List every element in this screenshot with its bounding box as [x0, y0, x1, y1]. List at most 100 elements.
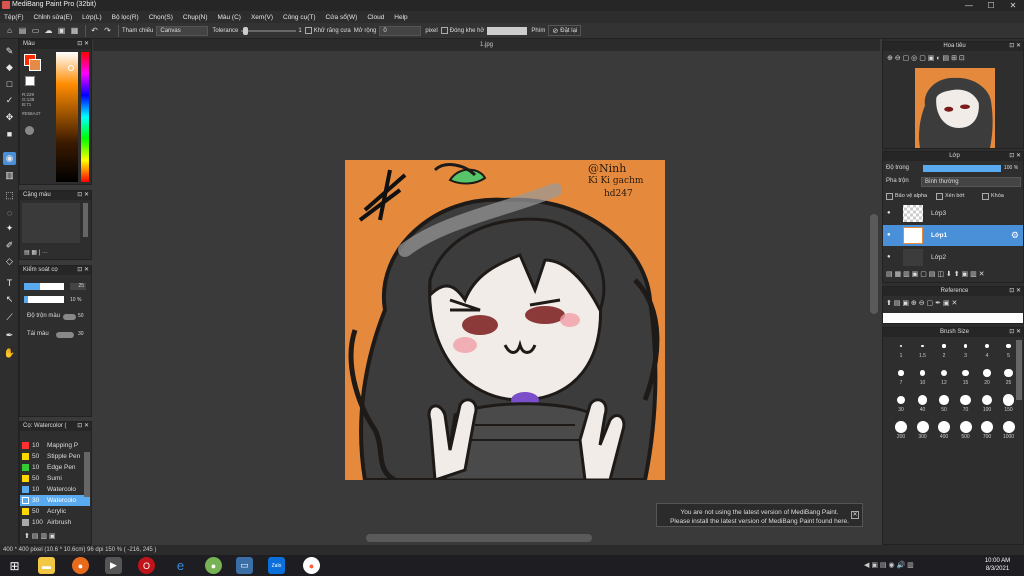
bucket-tool-icon[interactable]: ◉: [3, 152, 16, 165]
menu-cloud[interactable]: Cloud: [367, 14, 384, 21]
update-notification[interactable]: You are not using the latest version of …: [656, 503, 863, 527]
brush-size-dot[interactable]: [984, 343, 990, 349]
layer-row-1-selected[interactable]: ● Lớp1 ⚙: [883, 225, 1023, 246]
export-icon[interactable]: ▦: [69, 25, 80, 36]
eyedropper-tool-icon[interactable]: ✒: [3, 329, 16, 342]
blend-mode-select[interactable]: Bình thường: [921, 177, 1021, 187]
brush-size-dot[interactable]: [960, 394, 971, 406]
file-explorer-icon[interactable]: ▬: [38, 557, 55, 574]
visibility-eye-icon[interactable]: ●: [887, 247, 891, 268]
artwork-canvas[interactable]: @Ninh Ki Ki gachm hd247: [345, 160, 665, 480]
brush-list-scrollbar[interactable]: [84, 452, 90, 497]
brush-size-dot[interactable]: [898, 370, 904, 376]
brush-size-dot[interactable]: [938, 421, 950, 433]
brush-size-dot[interactable]: [921, 344, 924, 348]
brush-size-dot[interactable]: [939, 395, 949, 405]
navigator-zoom-icons[interactable]: ⊕ ⊖ ▢ ◎ ▢ ▣ ◐ ▤ ⊞ ⊡: [887, 54, 965, 62]
canvas-v-scrollbar[interactable]: [870, 214, 878, 314]
tray-icons[interactable]: ◀ ▣ ▤ ◉ 🔊 ▥: [864, 561, 914, 569]
brush-size-dot[interactable]: [962, 369, 969, 377]
magic-wand-icon[interactable]: ✦: [3, 222, 16, 235]
hand-tool-icon[interactable]: ✋: [3, 347, 16, 360]
brush-item[interactable]: 10 Watercolo: [20, 484, 90, 495]
layer-row-2[interactable]: ● Lớp2: [883, 247, 1023, 268]
brush-size-dot[interactable]: [940, 369, 948, 377]
menu-filter[interactable]: Bộ lọc(R): [112, 14, 139, 21]
brush-item[interactable]: 50 Sumi: [20, 473, 90, 484]
brush-size-dot[interactable]: [917, 395, 928, 405]
brush-item-selected[interactable]: 30 Watercolo: [20, 495, 90, 506]
reference-select[interactable]: Canvas: [156, 25, 209, 36]
navigator-preview[interactable]: [915, 68, 995, 148]
brush-item[interactable]: 100 Airbrush: [20, 517, 90, 528]
menu-color[interactable]: Màu (C): [217, 14, 240, 21]
opera-icon[interactable]: O: [138, 557, 155, 574]
lock-checkbox[interactable]: [982, 193, 989, 200]
menu-snap[interactable]: Chụp(N): [183, 14, 208, 21]
visibility-eye-icon[interactable]: ●: [887, 203, 891, 224]
brush-size-dot[interactable]: [1002, 394, 1015, 406]
app-icon-green[interactable]: ●: [205, 557, 222, 574]
gap-slider[interactable]: [487, 26, 528, 35]
layer-settings-gear-icon[interactable]: ⚙: [1011, 225, 1019, 246]
menu-layer[interactable]: Lớp(L): [82, 14, 101, 21]
panel-close-icon[interactable]: ⊡ ✕: [1009, 328, 1021, 337]
notification-close-icon[interactable]: ✕: [851, 511, 859, 519]
close-button[interactable]: ✕: [1002, 0, 1024, 11]
media-player-icon[interactable]: ▶: [105, 557, 122, 574]
color-set-toolbar-icons[interactable]: ▤ ▦ | ···: [24, 249, 48, 256]
canvas-tab[interactable]: 1.jpg: [93, 39, 880, 51]
operation-tool-icon[interactable]: ↖: [3, 293, 16, 306]
notification-line-2[interactable]: Please install the latest version of Med…: [657, 517, 862, 526]
brush-size-dot[interactable]: [900, 345, 902, 347]
transparent-swatch[interactable]: [25, 76, 35, 86]
expand-input[interactable]: 0: [379, 25, 422, 36]
text-tool-icon[interactable]: T: [3, 276, 16, 289]
brush-size-bar[interactable]: [24, 283, 64, 290]
dot-tool-icon[interactable]: □: [3, 77, 16, 90]
gradient-tool-icon[interactable]: ▥: [3, 169, 16, 182]
panel-close-icon[interactable]: ⊡ ✕: [77, 266, 89, 275]
lasso-tool-icon[interactable]: ◌: [3, 206, 16, 219]
minimize-button[interactable]: —: [958, 0, 980, 11]
panel-close-icon[interactable]: ⊡ ✕: [77, 422, 89, 431]
visibility-eye-icon[interactable]: ●: [887, 225, 891, 246]
layer-opacity-bar[interactable]: [923, 165, 1001, 172]
panel-close-icon[interactable]: ⊡ ✕: [77, 40, 89, 49]
hue-slider[interactable]: [81, 52, 89, 182]
layer-toolbar-icons[interactable]: ▤ ▦ ▥ ▣ ▢ ▤ ◫ ⬇ ⬆ ▣ ▥ ✕: [886, 270, 985, 278]
brush-item[interactable]: 10 Edge Pen: [20, 462, 90, 473]
tai-mau-slider[interactable]: [56, 332, 74, 338]
brush-size-dot[interactable]: [981, 394, 993, 406]
new-file-icon[interactable]: ▤: [17, 25, 28, 36]
brush-size-dot[interactable]: [983, 369, 991, 377]
windows-start-icon[interactable]: ⊞: [6, 557, 23, 574]
brush-size-dot[interactable]: [981, 421, 993, 433]
menu-file[interactable]: Tệp(F): [4, 14, 24, 21]
select-rect-icon[interactable]: ⬚: [3, 189, 16, 202]
shape-fill-icon[interactable]: ■: [3, 127, 16, 140]
brush-size-dot[interactable]: [896, 395, 906, 405]
color-set-scrollbar[interactable]: [83, 203, 88, 237]
color-set-area[interactable]: [22, 203, 80, 243]
brush-size-dot[interactable]: [1002, 421, 1015, 433]
brush-size-grid[interactable]: 1 1.5 2 3 4 5 7 10 12 15 20 25 30 40 50 70 100 150 200 300 4…: [883, 338, 1015, 448]
clip-checkbox[interactable]: [936, 193, 943, 200]
menu-view[interactable]: Xem(V): [251, 14, 273, 21]
firefox-icon[interactable]: ●: [72, 557, 89, 574]
brush-opacity-bar[interactable]: [24, 296, 64, 303]
brush-size-dot[interactable]: [1006, 343, 1011, 349]
chat-icon[interactable]: ▭: [30, 25, 41, 36]
move-tool-icon[interactable]: ✥: [3, 111, 16, 124]
close-gap-checkbox[interactable]: [440, 27, 448, 34]
canvas-h-scrollbar[interactable]: [366, 534, 592, 542]
menu-window[interactable]: Cửa sổ(W): [326, 14, 358, 21]
medibang-icon[interactable]: ●: [303, 557, 320, 574]
color-mode-icon[interactable]: [25, 126, 34, 135]
brush-list-toolbar-icons[interactable]: ⬆ ▤ ▥ ▣: [24, 532, 56, 540]
brush-size-dot[interactable]: [963, 344, 968, 348]
panel-close-icon[interactable]: ⊡ ✕: [1009, 42, 1021, 51]
color-picker-sv[interactable]: [56, 52, 78, 182]
mix-slider[interactable]: [63, 314, 76, 320]
reference-toolbar-icons[interactable]: ⬆ ▤ ▣ ⊕ ⊖ ▢ ✒ ▣ ✕: [886, 299, 957, 307]
